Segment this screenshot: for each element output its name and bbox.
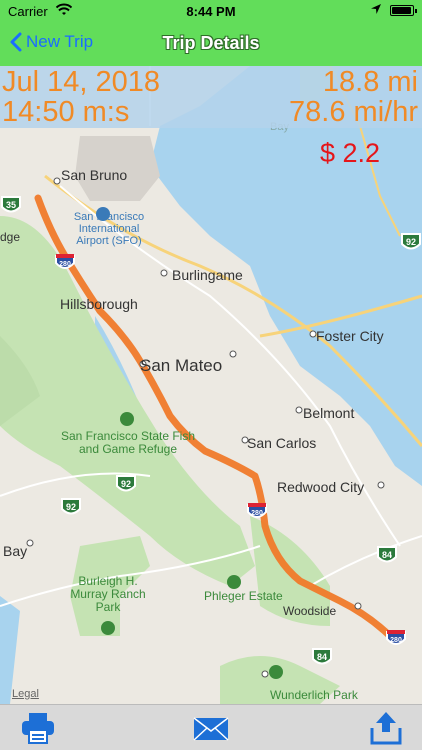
place-wunderlich-park: Wunderlich Park xyxy=(270,688,358,702)
navigation-bar: New Trip Trip Details xyxy=(0,22,422,66)
svg-text:84: 84 xyxy=(317,652,327,662)
page-title: Trip Details xyxy=(162,33,260,53)
route-35-shield: 35 xyxy=(0,194,22,216)
svg-text:280: 280 xyxy=(390,637,402,644)
place-phleger-estate: Phleger Estate xyxy=(204,589,283,603)
svg-text:280: 280 xyxy=(251,510,263,517)
place-burleigh-park: Burleigh H. Murray Ranch Park xyxy=(70,574,146,614)
svg-text:92: 92 xyxy=(406,237,416,247)
share-icon xyxy=(370,712,402,745)
place-burlingame: Burlingame xyxy=(172,267,243,283)
clock: 8:44 PM xyxy=(186,4,236,19)
interstate-280-shield-north: 280 xyxy=(54,251,76,273)
place-san-mateo: San Mateo xyxy=(140,356,223,375)
location-arrow-icon xyxy=(370,3,382,18)
place-belmont: Belmont xyxy=(303,405,355,421)
place-fish-game-refuge: San Francisco State Fish and Game Refuge xyxy=(60,429,196,456)
place-san-bruno: San Bruno xyxy=(61,167,128,183)
trip-speed: 78.6 mi/hr xyxy=(289,96,418,128)
bottom-toolbar xyxy=(0,704,422,750)
interstate-280-shield-mid: 280 xyxy=(246,500,268,522)
trip-distance: 18.8 mi xyxy=(322,66,418,98)
place-woodside: Woodside xyxy=(283,604,337,618)
route-92-shield-mid: 92 xyxy=(115,473,137,495)
svg-text:280: 280 xyxy=(59,261,71,268)
trip-summary-panel: Jul 14, 2018 14:50 m:s 18.8 mi 78.6 mi/h… xyxy=(0,66,422,128)
battery-level xyxy=(392,7,411,14)
mail-button[interactable] xyxy=(193,710,229,746)
legal-link[interactable]: Legal xyxy=(12,688,39,700)
route-84-shield-south: 84 xyxy=(311,646,333,668)
trip-date: Jul 14, 2018 xyxy=(2,66,161,98)
svg-text:35: 35 xyxy=(6,200,16,210)
trip-duration: 14:50 m:s xyxy=(2,96,130,128)
status-bar: Carrier 8:44 PM xyxy=(0,0,422,22)
route-84-shield-east: 84 xyxy=(376,544,398,566)
battery-icon xyxy=(390,5,417,16)
place-san-carlos: San Carlos xyxy=(247,435,317,451)
trip-cost: $ 2.2 xyxy=(319,138,380,168)
route-92-shield-west: 92 xyxy=(60,496,82,518)
printer-icon xyxy=(22,713,54,744)
place-bay: Bay xyxy=(3,543,28,559)
place-hillsborough: Hillsborough xyxy=(60,296,138,312)
place-sfo: San Francisco International Airport (SFO… xyxy=(73,211,145,247)
route-92-shield-east: 92 xyxy=(400,231,422,253)
svg-text:84: 84 xyxy=(382,550,392,560)
print-button[interactable] xyxy=(20,710,56,746)
mail-icon xyxy=(193,717,229,741)
interstate-280-shield-south: 280 xyxy=(385,627,407,649)
place-foster-city: Foster City xyxy=(316,328,384,344)
place-redwood-city: Redwood City xyxy=(277,479,365,495)
svg-text:92: 92 xyxy=(66,502,76,512)
svg-text:92: 92 xyxy=(121,479,131,489)
share-button[interactable] xyxy=(368,710,404,746)
place-edge-fragment: dge xyxy=(0,230,21,244)
